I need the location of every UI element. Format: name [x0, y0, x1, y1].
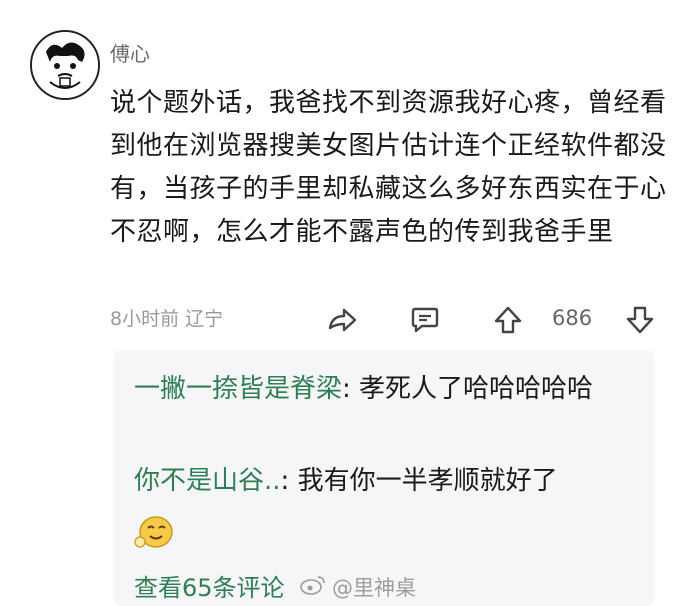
- username[interactable]: 傅心: [110, 38, 150, 67]
- comment-location: 辽宁: [185, 308, 224, 330]
- like-count: 686: [552, 306, 593, 330]
- reply-author[interactable]: 一撇一捺皆是脊梁: [134, 374, 342, 404]
- upvote-icon: [493, 305, 523, 335]
- downvote-button[interactable]: [620, 300, 660, 340]
- share-button[interactable]: [322, 300, 362, 340]
- share-icon: [326, 306, 358, 334]
- view-more-replies-link[interactable]: 查看65条评论: [134, 568, 285, 603]
- weibo-logo-icon: [300, 574, 326, 601]
- watermark-text: @里神桌: [332, 576, 416, 600]
- reply-text: 我有你一半孝顺就好了: [297, 466, 558, 496]
- comment-time: 8小时前: [110, 308, 180, 330]
- downvote-icon: [625, 305, 655, 335]
- reply-text: 孝死人了哈哈哈哈哈: [359, 374, 594, 404]
- comment-button[interactable]: [405, 300, 445, 340]
- comment-text: 说个题外话，我爸找不到资源我好心疼，曾经看到他在浏览器搜美女图片估计连个正经软件…: [110, 88, 667, 247]
- avatar[interactable]: [30, 30, 100, 100]
- reply-separator: :: [280, 466, 298, 496]
- comment-icon: [410, 305, 440, 335]
- reply-item[interactable]: 一撇一捺皆是脊梁: 孝死人了哈哈哈哈哈: [134, 368, 639, 411]
- watermark: @里神桌: [300, 572, 416, 602]
- reply-author[interactable]: 你不是山谷..: [134, 466, 281, 496]
- replies-panel: 一撇一捺皆是脊梁: 孝死人了哈哈哈哈哈 你不是山谷..: 我有你一半孝顺就好了 …: [114, 350, 654, 606]
- reply-item[interactable]: 你不是山谷..: 我有你一半孝顺就好了: [134, 460, 639, 503]
- comment-meta: 8小时前 辽宁: [110, 304, 223, 331]
- upvote-button[interactable]: [488, 300, 528, 340]
- emoji-icon: [134, 512, 176, 554]
- reply-separator: :: [342, 374, 360, 404]
